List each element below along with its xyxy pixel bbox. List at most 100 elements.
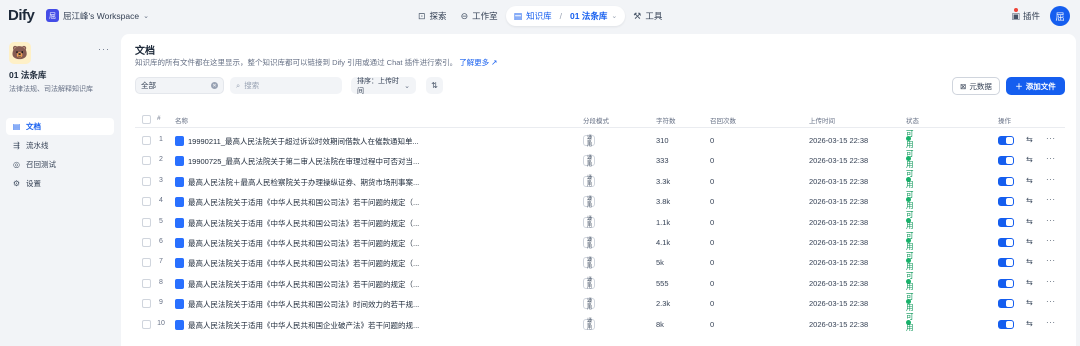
select-all-checkbox[interactable]	[142, 115, 151, 124]
enable-toggle[interactable]	[998, 156, 1014, 166]
add-file-button[interactable]: ＋ 添加文件	[1006, 77, 1065, 95]
more-icon[interactable]: ···	[1046, 216, 1056, 225]
row-number: 7	[159, 258, 163, 266]
more-icon[interactable]: ···	[1046, 175, 1056, 184]
enable-toggle[interactable]	[998, 238, 1014, 247]
document-name[interactable]: 最高人民法院关于适用《中华人民共和国公司法》若干问题的规定（...	[188, 258, 430, 269]
document-name[interactable]: 19990211_最高人民法院关于超过诉讼时效期间借款人在催款通知单...	[188, 136, 430, 147]
char-count: 3.3k	[656, 176, 671, 186]
enable-toggle[interactable]	[998, 197, 1014, 207]
plugins-button[interactable]: ▣ 插件	[1011, 8, 1040, 22]
row-checkbox[interactable]	[142, 217, 151, 227]
hammer-icon: ⚒	[633, 10, 642, 21]
enable-toggle[interactable]	[998, 258, 1014, 268]
char-count: 4.1k	[656, 238, 671, 247]
row-checkbox[interactable]	[142, 197, 151, 207]
sort-order-button[interactable]: ⇅	[426, 77, 443, 94]
settings-sliders-icon[interactable]: ⇆	[1026, 278, 1033, 287]
dify-logo[interactable]: Dify	[8, 7, 35, 24]
table-row[interactable]: 9 最高人民法院关于适用《中华人民共和国公司法》时间效力的若干规... ☰ 通用 2.…	[135, 292, 1065, 314]
status-badge: 可用	[906, 312, 914, 332]
row-checkbox[interactable]	[142, 136, 151, 145]
table-row[interactable]: 10 最高人民法院关于适用《中华人民共和国企业破产法》若干问题的规... ☰ 通用 8…	[135, 312, 1065, 335]
more-icon[interactable]: ···	[1046, 195, 1056, 204]
table-row[interactable]: 3 最高人民法院＋最高人民检察院关于办理操纵证券、期货市场刑事案... ☰ 通用 3.…	[135, 169, 1065, 192]
hit-count: 0	[710, 278, 715, 288]
hit-count: 0	[710, 238, 715, 247]
enable-toggle[interactable]	[998, 319, 1014, 329]
table-row[interactable]: 8 最高人民法院关于适用《中华人民共和国公司法》若干问题的规定（... ☰ 通用 55…	[135, 271, 1065, 294]
table-row[interactable]: 4 最高人民法院关于适用《中华人民共和国公司法》若干问题的规定（... ☰ 通用 3.…	[135, 190, 1065, 212]
page-title: 文档	[135, 46, 155, 57]
enable-toggle[interactable]	[998, 136, 1014, 145]
document-name[interactable]: 最高人民法院关于适用《中华人民共和国公司法》若干问题的规定（...	[188, 238, 430, 249]
more-icon[interactable]: ···	[1046, 277, 1056, 286]
settings-sliders-icon[interactable]: ⇆	[1026, 196, 1033, 205]
more-icon[interactable]: ···	[1046, 318, 1056, 327]
metadata-button[interactable]: ⊠ 元数据	[952, 77, 1000, 95]
document-name[interactable]: 最高人民法院关于适用《中华人民共和国公司法》若干问题的规定（...	[188, 218, 430, 229]
document-name[interactable]: 最高人民法院关于适用《中华人民共和国公司法》若干问题的规定（...	[188, 197, 430, 208]
row-checkbox[interactable]	[142, 278, 151, 288]
settings-sliders-icon[interactable]: ⇆	[1026, 217, 1033, 226]
learn-more-link[interactable]: 了解更多	[459, 58, 489, 67]
enable-toggle[interactable]	[998, 278, 1014, 288]
avatar[interactable]: 屈	[1050, 6, 1070, 26]
document-name[interactable]: 最高人民法院关于适用《中华人民共和国公司法》时间效力的若干规...	[188, 299, 430, 310]
row-checkbox[interactable]	[142, 176, 151, 186]
enable-toggle[interactable]	[998, 299, 1014, 309]
document-name[interactable]: 最高人民法院关于适用《中华人民共和国公司法》若干问题的规定（...	[188, 279, 430, 290]
row-checkbox[interactable]	[142, 258, 151, 268]
more-icon[interactable]: ···	[1046, 134, 1056, 143]
settings-sliders-icon[interactable]: ⇆	[1026, 319, 1033, 328]
chunk-mode-badge: ☰ 通用	[583, 318, 596, 331]
nav-tools[interactable]: ⚒ 工具	[627, 6, 668, 26]
enable-toggle[interactable]	[998, 176, 1014, 186]
row-checkbox[interactable]	[142, 319, 151, 329]
search-input[interactable]: ⌕ 搜索	[230, 77, 342, 94]
status-badge: 可用	[906, 210, 914, 230]
table-row[interactable]: 5 最高人民法院关于适用《中华人民共和国公司法》若干问题的规定（... ☰ 通用 1.…	[135, 210, 1065, 233]
metadata-icon: ⊠	[960, 81, 967, 91]
more-icon[interactable]: ···	[1046, 297, 1056, 306]
nav-explore[interactable]: ⊡ 探索	[412, 6, 453, 26]
settings-sliders-icon[interactable]: ⇆	[1026, 135, 1033, 144]
enable-toggle[interactable]	[998, 217, 1014, 227]
document-name[interactable]: 最高人民法院关于适用《中华人民共和国企业破产法》若干问题的规...	[188, 320, 430, 331]
chunk-mode-label: 通用	[587, 134, 593, 148]
sidebar-item-documents[interactable]: ▤ 文档	[6, 118, 114, 135]
document-name[interactable]: 19900725_最高人民法院关于第二审人民法院在审理过程中可否对当...	[188, 156, 430, 167]
sort-select[interactable]: 排序：上传时间 ⌄	[351, 77, 416, 95]
workspace-switcher[interactable]: 屈 屈江峰's Workspace ⌄	[46, 9, 149, 22]
row-checkbox[interactable]	[142, 156, 151, 166]
current-kb-label[interactable]: 01 法条库	[570, 10, 607, 22]
nav-knowledge[interactable]: ▤ 知识库 / 01 法条库 ⌄	[505, 6, 626, 26]
settings-sliders-icon[interactable]: ⇆	[1026, 298, 1033, 307]
nav-knowledge-label: 知识库	[526, 11, 552, 21]
table-row[interactable]: 6 最高人民法院关于适用《中华人民共和国公司法》若干问题的规定（... ☰ 通用 4.…	[135, 231, 1065, 253]
table-row[interactable]: 1 19990211_最高人民法院关于超过诉讼时效期间借款人在催款通知单... ☰ …	[135, 129, 1065, 151]
settings-sliders-icon[interactable]: ⇆	[1026, 237, 1033, 246]
status-filter[interactable]: 全部 ✕	[135, 77, 224, 94]
nav-studio-label: 工作室	[472, 11, 498, 21]
settings-sliders-icon[interactable]: ⇆	[1026, 257, 1033, 266]
clear-icon[interactable]: ✕	[211, 82, 218, 89]
more-icon[interactable]: ···	[1046, 236, 1056, 245]
row-checkbox[interactable]	[142, 299, 151, 309]
more-icon[interactable]: ···	[1046, 154, 1056, 163]
header-name[interactable]: 名称	[175, 115, 188, 125]
settings-sliders-icon[interactable]: ⇆	[1026, 176, 1033, 185]
header-chars: 字符数	[656, 118, 676, 125]
more-icon[interactable]: ···	[1046, 256, 1056, 265]
table-row[interactable]: 2 19900725_最高人民法院关于第二审人民法院在审理过程中可否对当... ☰ …	[135, 149, 1065, 171]
chunk-mode-badge: ☰ 通用	[583, 196, 596, 209]
sidebar-item-retrieval-test[interactable]: ◎ 召回测试	[6, 156, 114, 173]
row-checkbox[interactable]	[142, 238, 151, 247]
sidebar-item-pipeline[interactable]: ⇶ 流水线	[6, 137, 114, 154]
sidebar-item-settings[interactable]: ⚙ 设置	[6, 175, 114, 192]
document-name[interactable]: 最高人民法院＋最高人民检察院关于办理操纵证券、期货市场刑事案...	[188, 177, 430, 188]
settings-sliders-icon[interactable]: ⇆	[1026, 155, 1033, 164]
nav-studio[interactable]: ⊖ 工作室	[455, 6, 504, 26]
more-icon[interactable]: ···	[98, 44, 110, 54]
table-row[interactable]: 7 最高人民法院关于适用《中华人民共和国公司法》若干问题的规定（... ☰ 通用 5k…	[135, 251, 1065, 273]
